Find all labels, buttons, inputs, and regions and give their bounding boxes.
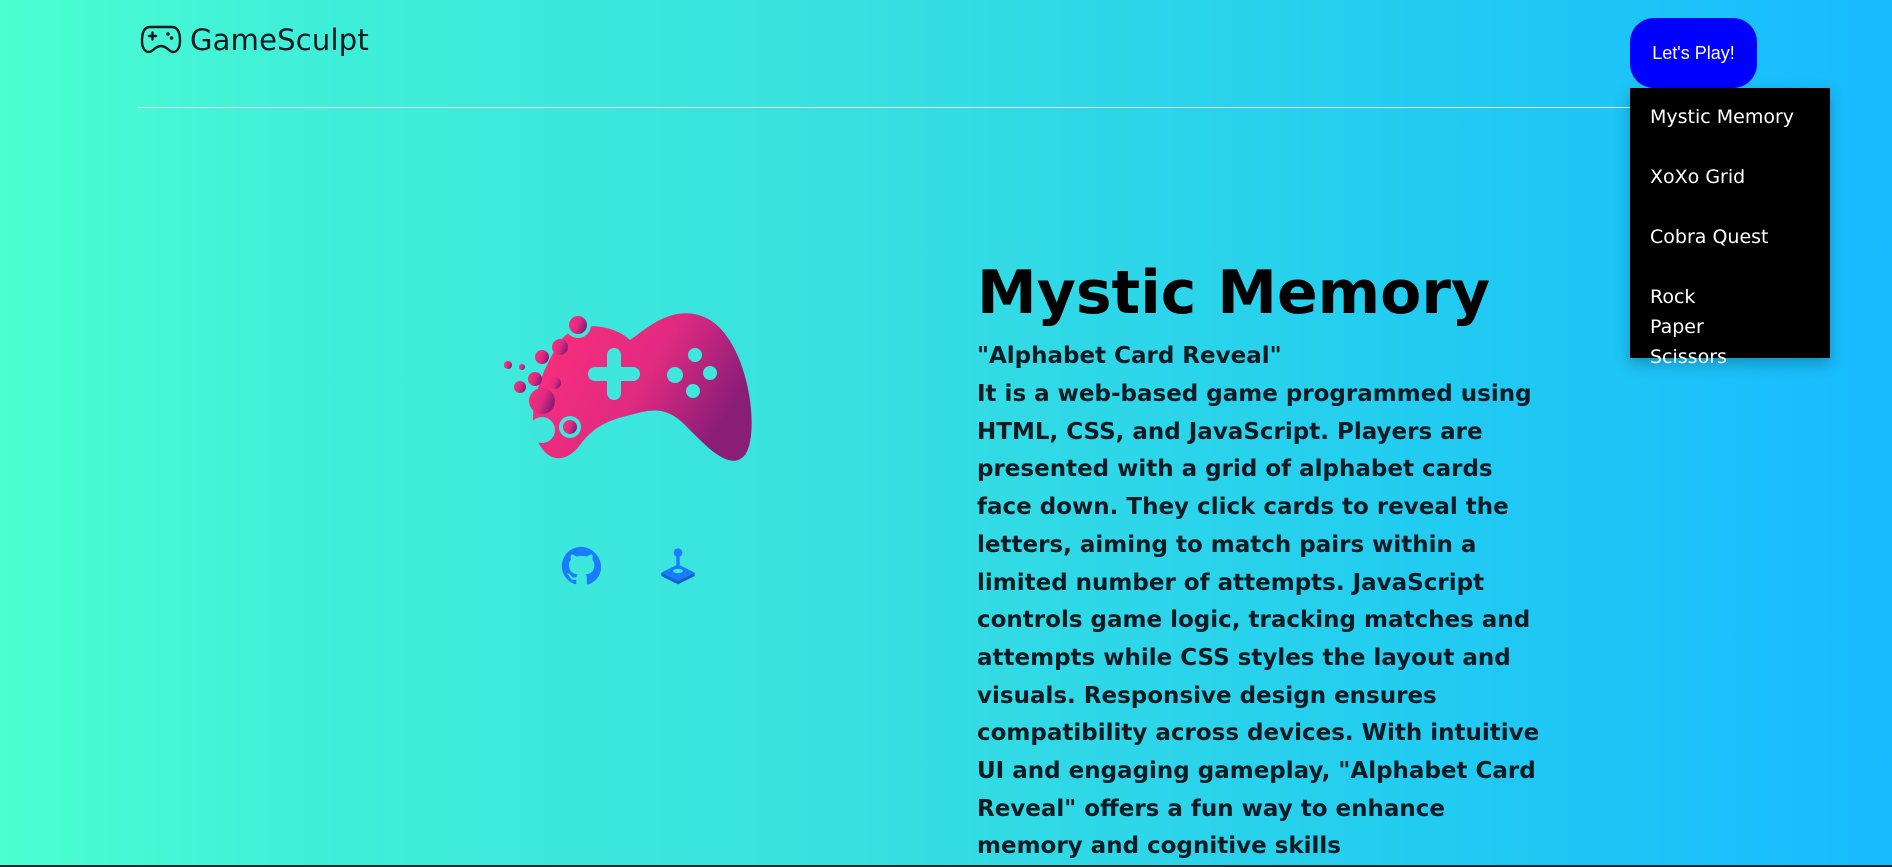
game-title: Mystic Memory [977, 258, 1491, 328]
game-description: It is a web-based game programmed using … [977, 381, 1540, 860]
game-subtitle: "Alphabet Card Reveal" [977, 343, 1282, 369]
site-header: GameSculpt Let's Play! [0, 0, 1892, 110]
github-icon[interactable] [560, 545, 602, 587]
gamepad-illustration [500, 295, 760, 470]
games-dropdown-menu: Mystic Memory XoXo Grid Cobra Quest Rock… [1630, 88, 1830, 368]
project-links [560, 545, 699, 587]
gamepad-outline-icon [140, 21, 182, 59]
menu-item-cobra-quest[interactable]: Cobra Quest [1630, 222, 1830, 252]
menu-item-xoxo-grid[interactable]: XoXo Grid [1630, 162, 1830, 192]
brand-name: GameSculpt [190, 23, 369, 57]
menu-item-mystic-memory[interactable]: Mystic Memory [1630, 102, 1830, 132]
menu-item-rock-paper-scissors[interactable]: Rock Paper Scissors [1630, 282, 1770, 372]
brand[interactable]: GameSculpt [140, 20, 369, 60]
joystick-icon[interactable] [657, 545, 699, 587]
header-divider [138, 107, 1630, 108]
game-details: Mystic Memory "Alphabet Card Reveal" It … [977, 258, 1547, 866]
lets-play-button[interactable]: Let's Play! [1630, 18, 1757, 88]
